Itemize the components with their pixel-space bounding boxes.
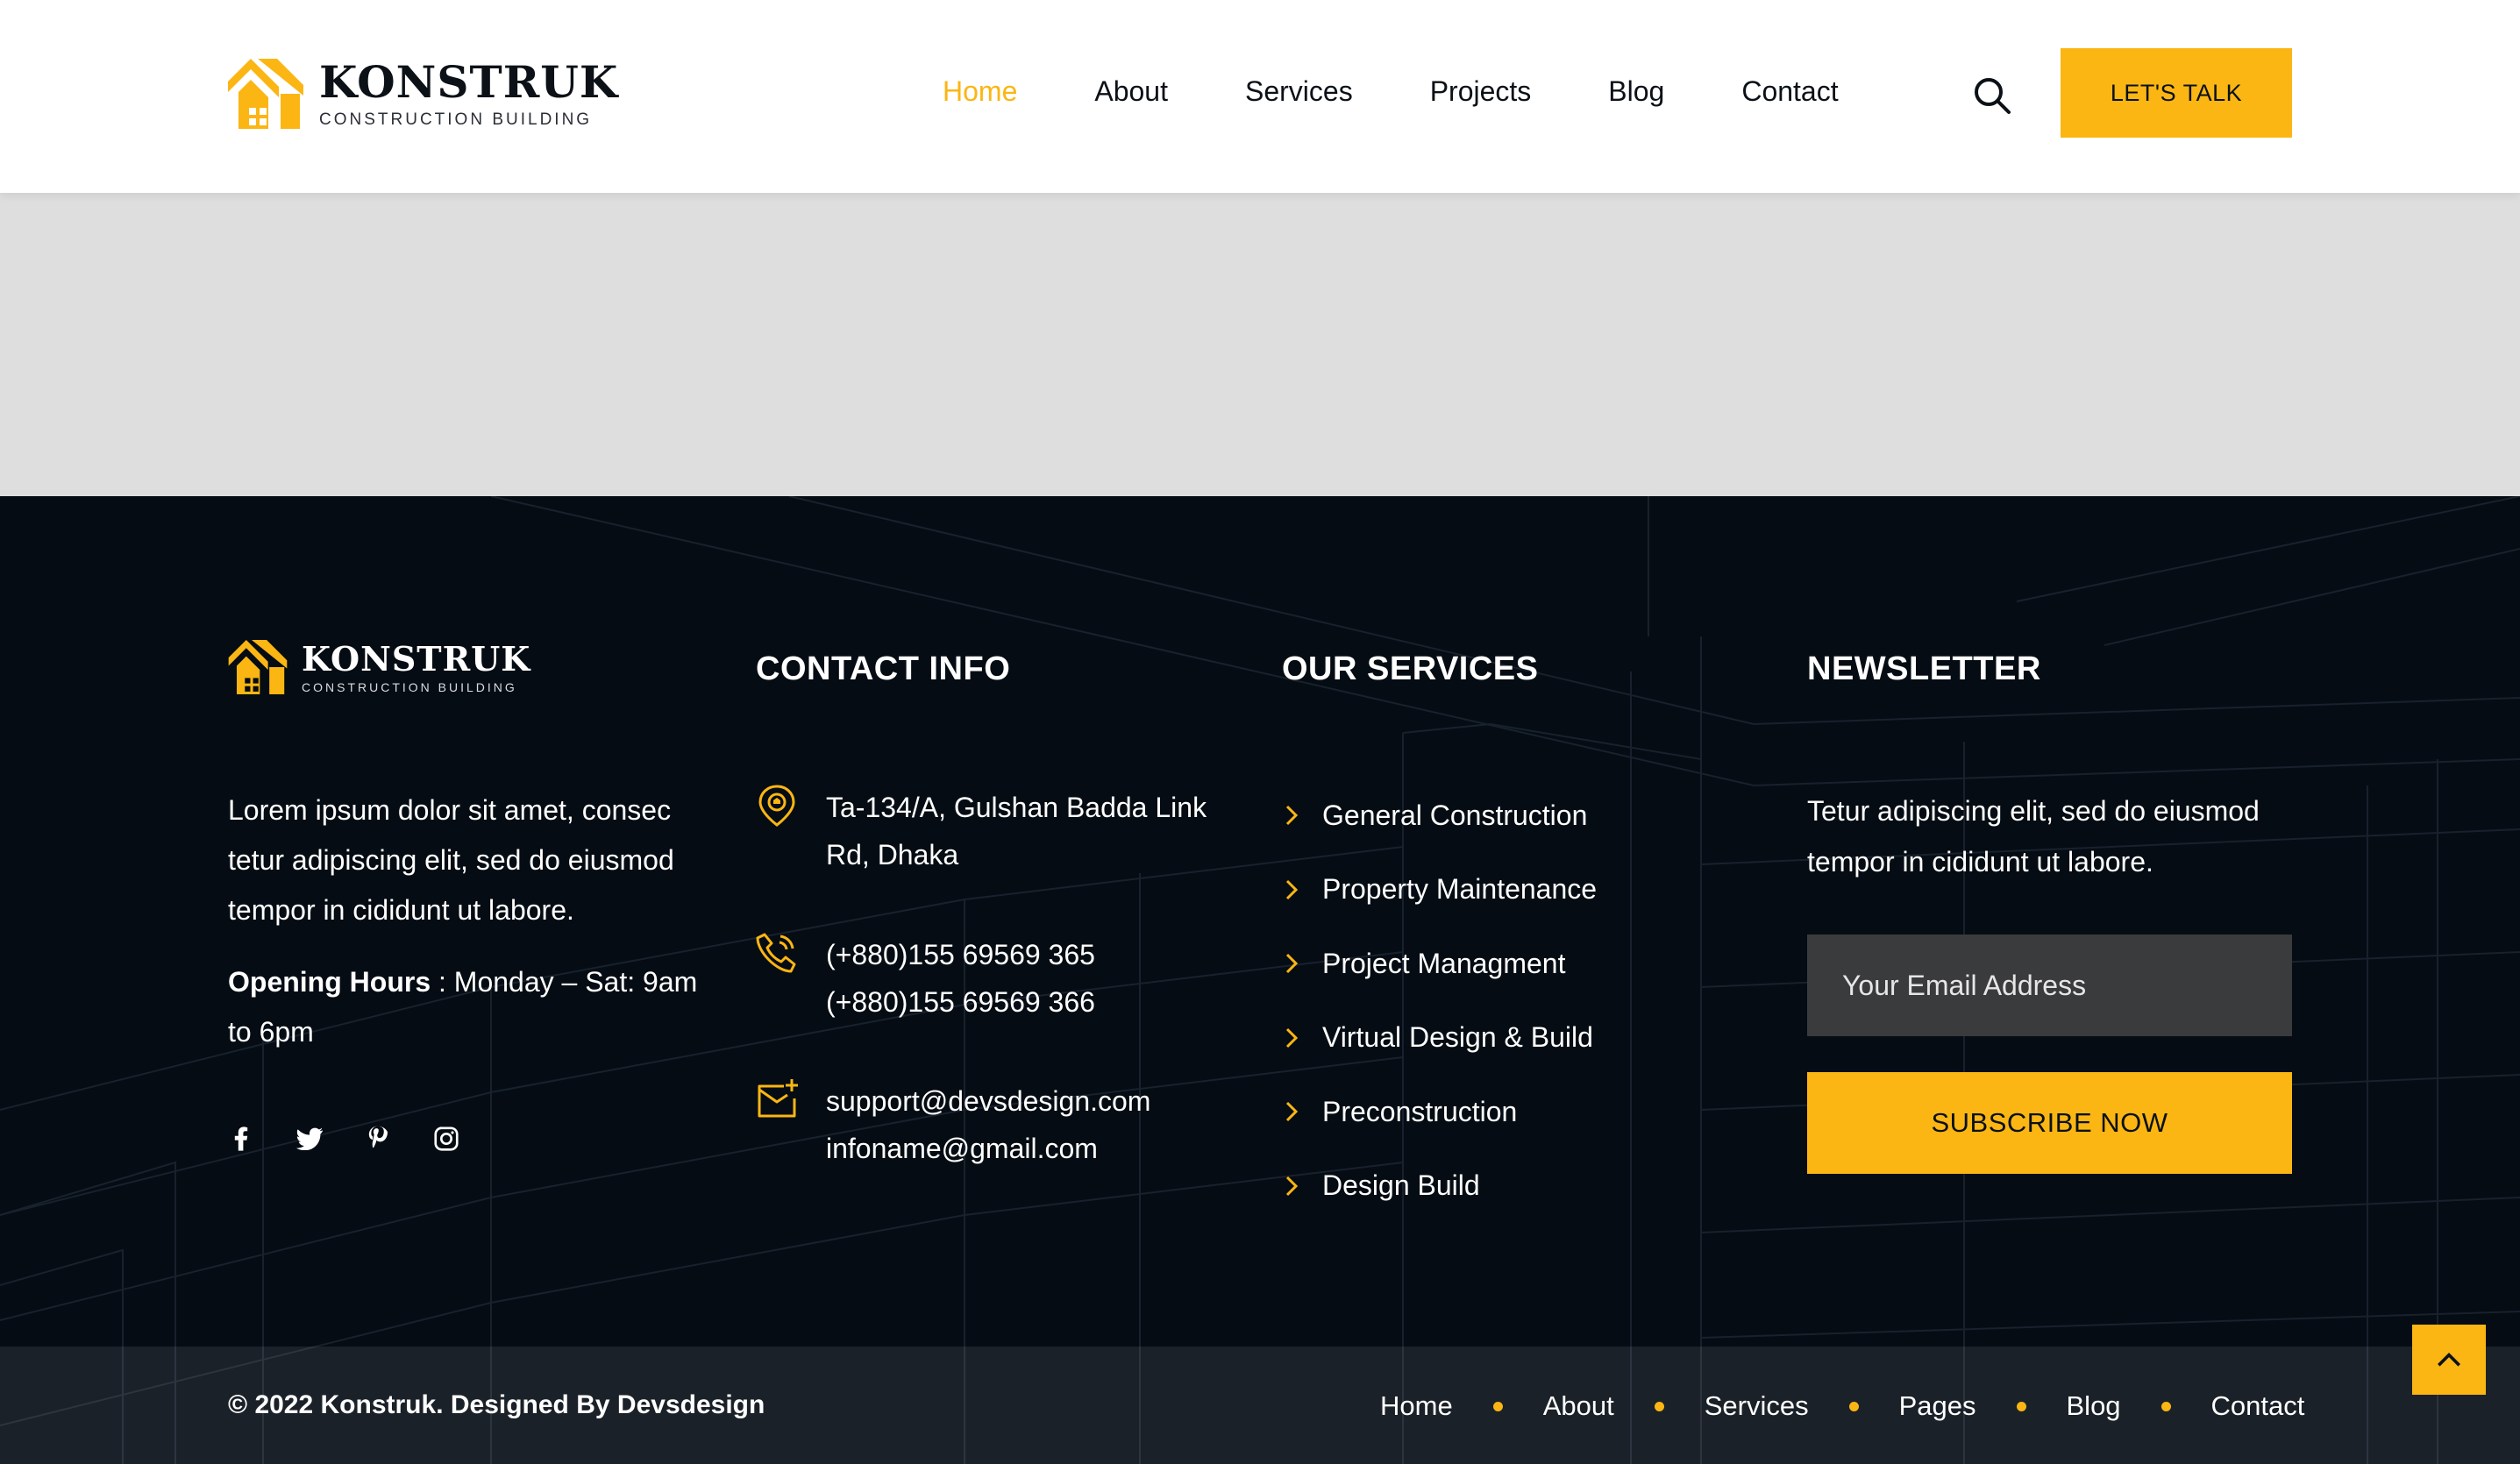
separator-dot [1848, 1401, 1859, 1411]
service-item[interactable]: General Construction [1282, 778, 1597, 853]
twitter-icon[interactable] [295, 1124, 324, 1154]
brand-name: KONSTRUK [302, 638, 531, 679]
footer-link-contact[interactable]: Contact [2211, 1390, 2305, 1422]
nav-services[interactable]: Services [1245, 75, 1353, 108]
footer-link-about[interactable]: About [1543, 1390, 1614, 1422]
about-text: Lorem ipsum dolor sit amet, consec tetur… [228, 794, 674, 926]
nav-blog[interactable]: Blog [1608, 75, 1664, 108]
scroll-to-top-button[interactable] [2412, 1325, 2486, 1395]
lets-talk-button[interactable]: LET'S TALK [2061, 48, 2292, 138]
service-item[interactable]: Virtual Design & Build [1282, 1001, 1597, 1076]
footer-link-services[interactable]: Services [1705, 1390, 1809, 1422]
pinterest-icon[interactable] [363, 1124, 393, 1154]
nav-contact[interactable]: Contact [1741, 75, 1838, 108]
footer-link-home[interactable]: Home [1380, 1390, 1453, 1422]
footer-link-pages[interactable]: Pages [1899, 1390, 1976, 1422]
footer-logo[interactable]: KONSTRUK CONSTRUCTION BUILDING [228, 640, 530, 694]
contact-info-title: CONTACT INFO [756, 650, 1011, 687]
service-item[interactable]: Project Managment [1282, 927, 1597, 1001]
service-label: Design Build [1322, 1169, 1480, 1202]
opening-hours: Opening Hours : Monday – Sat: 9am to 6pm [228, 957, 701, 1057]
separator-dot [1492, 1401, 1503, 1411]
newsletter-email-input[interactable] [1807, 935, 2292, 1036]
email-1[interactable]: support@devsdesign.com [826, 1077, 1247, 1125]
nav-home[interactable]: Home [943, 75, 1017, 108]
facebook-icon[interactable] [226, 1124, 256, 1154]
site-footer: KONSTRUK CONSTRUCTION BUILDING Lorem ips… [0, 496, 2520, 1464]
service-label: Property Maintenance [1322, 873, 1598, 906]
service-label: Virtual Design & Build [1322, 1021, 1593, 1054]
service-item[interactable]: Property Maintenance [1282, 853, 1597, 927]
chevron-right-icon [1285, 806, 1299, 826]
brand-tagline: CONSTRUCTION BUILDING [302, 679, 517, 694]
chevron-right-icon [1285, 879, 1299, 899]
instagram-icon[interactable] [431, 1124, 461, 1154]
map-placeholder [0, 193, 2520, 496]
social-links [226, 1124, 500, 1154]
site-header: KONSTRUK CONSTRUCTION BUILDING Home Abou… [0, 0, 2520, 193]
nav-about[interactable]: About [1094, 75, 1168, 108]
mail-icon [758, 1079, 798, 1118]
separator-dot [2161, 1401, 2171, 1411]
service-item[interactable]: Design Build [1282, 1149, 1597, 1224]
location-pin-icon [758, 785, 795, 827]
main-nav: Home About Services Projects Blog Contac… [943, 75, 1916, 108]
header-logo[interactable]: KONSTRUK CONSTRUCTION BUILDING [228, 58, 618, 130]
chevron-right-icon [1285, 1027, 1299, 1048]
newsletter-text: Tetur adipiscing elit, sed do eiusmod te… [1807, 795, 2260, 878]
newsletter-title: NEWSLETTER [1807, 650, 2041, 687]
opening-hours-label: Opening Hours [228, 966, 431, 998]
nav-projects[interactable]: Projects [1430, 75, 1532, 108]
contact-phones: (+880)155 69569 365 (+880)155 69569 366 [756, 931, 1247, 1026]
email-2[interactable]: infoname@gmail.com [826, 1125, 1247, 1172]
contact-emails: support@devsdesign.com infoname@gmail.co… [756, 1077, 1247, 1172]
service-item[interactable]: Preconstruction [1282, 1075, 1597, 1149]
phone-2[interactable]: (+880)155 69569 366 [826, 978, 1247, 1026]
footer-nav: Home About Services Pages Blog Contact [1380, 1390, 2304, 1422]
brand-tagline: CONSTRUCTION BUILDING [319, 110, 593, 129]
chevron-right-icon [1285, 954, 1299, 974]
address-text: Ta-134/A, Gulshan Badda Link Rd, Dhaka [826, 792, 1207, 871]
copyright-text: © 2022 Konstruk. Designed By Devsdesign [228, 1390, 765, 1419]
chevron-right-icon [1285, 1176, 1299, 1196]
search-icon[interactable] [1973, 76, 2011, 115]
separator-dot [2016, 1401, 2026, 1411]
chevron-right-icon [1285, 1102, 1299, 1122]
subscribe-button[interactable]: SUBSCRIBE NOW [1807, 1072, 2292, 1174]
services-list: General Construction Property Maintenanc… [1282, 778, 1597, 1223]
service-label: Project Managment [1322, 947, 1566, 979]
brand-name: KONSTRUK [319, 56, 619, 108]
chevron-up-icon [2438, 1353, 2460, 1367]
house-logo-icon [228, 640, 288, 694]
contact-address: Ta-134/A, Gulshan Badda Link Rd, Dhaka [756, 784, 1247, 878]
phone-icon [756, 933, 796, 973]
service-label: General Construction [1322, 799, 1588, 831]
footer-link-blog[interactable]: Blog [2067, 1390, 2121, 1422]
our-services-title: OUR SERVICES [1282, 650, 1539, 687]
house-logo-icon [228, 59, 303, 129]
separator-dot [1654, 1401, 1664, 1411]
footer-bottom-bar: © 2022 Konstruk. Designed By Devsdesign … [0, 1347, 2520, 1464]
service-label: Preconstruction [1322, 1095, 1518, 1127]
phone-1[interactable]: (+880)155 69569 365 [826, 931, 1247, 978]
